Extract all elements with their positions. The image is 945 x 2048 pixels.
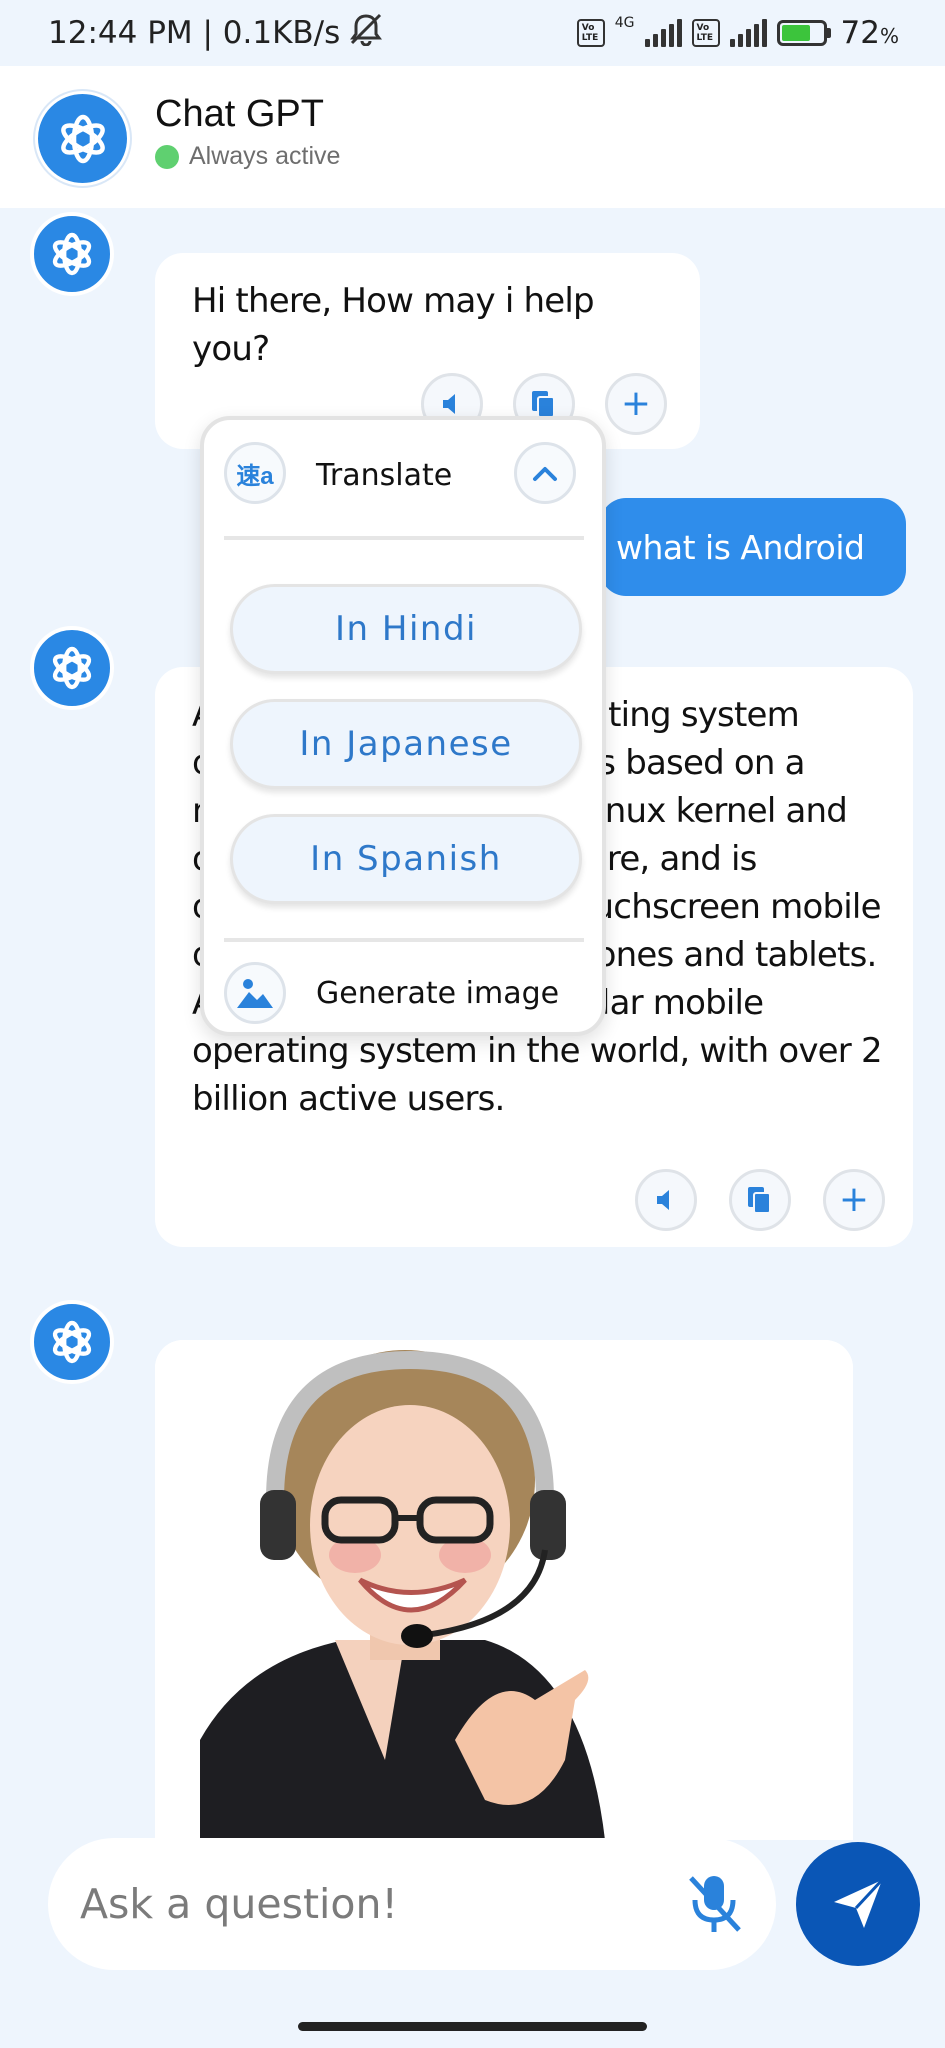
translate-hindi-button[interactable]: In Hindi [230, 584, 582, 674]
message-text: Hi there, How may i help you? [192, 281, 595, 369]
bot-avatar-2 [30, 626, 114, 710]
translate-japanese-button[interactable]: In Japanese [230, 699, 582, 789]
signal-icon-2 [729, 19, 767, 47]
copy-icon [532, 391, 555, 418]
mic-button[interactable] [678, 1868, 750, 1940]
copy-icon [748, 1187, 771, 1214]
status-bar: 12:44 PM | 0.1KB/s Vo LTE 4G Vo LTE 72% [0, 0, 945, 66]
gesture-nav-bar[interactable] [298, 2022, 647, 2031]
divider [224, 938, 584, 942]
volte-badge-2: Vo LTE [691, 19, 720, 47]
send-button[interactable] [796, 1842, 920, 1966]
generated-image-message[interactable] [155, 1340, 853, 1840]
status-time-speed: 12:44 PM | 0.1KB/s [48, 15, 341, 51]
plus-icon: + [620, 383, 652, 424]
generated-image [155, 1340, 853, 1840]
bot-avatar-3 [30, 1300, 114, 1384]
status-label: Always active [189, 142, 341, 170]
user-message-text: what is Android [616, 527, 865, 567]
status-left: 12:44 PM | 0.1KB/s [48, 12, 384, 54]
bot-avatar-1 [30, 212, 114, 296]
network-type: 4G [614, 15, 635, 31]
divider [224, 536, 584, 540]
message-input-bar [48, 1838, 776, 1970]
battery-value: 72 [840, 15, 880, 51]
user-message: what is Android [600, 498, 906, 596]
speak-button[interactable] [635, 1169, 697, 1231]
page-title: Chat GPT [155, 93, 324, 135]
openai-logo-icon [60, 114, 105, 163]
send-icon [834, 1878, 884, 1928]
question-input[interactable] [80, 1868, 640, 1940]
collapse-button[interactable] [514, 442, 576, 504]
copy-button[interactable] [729, 1169, 791, 1231]
chevron-up-icon [533, 467, 557, 481]
volte-badge-1: Vo LTE [576, 19, 605, 47]
status-right: Vo LTE 4G Vo LTE 72% [576, 15, 899, 51]
more-button[interactable]: + [605, 373, 667, 435]
generate-image-icon-wrap[interactable] [224, 962, 286, 1024]
openai-logo-icon [52, 1320, 92, 1364]
speaker-icon [443, 394, 455, 414]
mic-off-icon [689, 1876, 741, 1932]
translate-spanish-button[interactable]: In Spanish [230, 814, 582, 904]
chat-header: Chat GPT Always active [0, 66, 945, 208]
signal-icon-1 [644, 19, 682, 47]
speaker-icon [657, 1190, 669, 1210]
generate-image-label[interactable]: Generate image [316, 976, 559, 1011]
plus-icon: + [838, 1179, 870, 1220]
battery-unit: % [879, 24, 899, 48]
online-status: Always active [155, 142, 340, 171]
battery-percent: 72% [841, 15, 899, 51]
online-dot-icon [155, 144, 179, 169]
openai-logo-icon [52, 646, 92, 690]
image-icon [237, 979, 273, 1008]
more-button[interactable]: + [823, 1169, 885, 1231]
translate-icon: 速a [236, 462, 274, 490]
chatgpt-avatar[interactable] [35, 91, 130, 186]
battery-icon [776, 20, 831, 46]
translate-icon-wrap[interactable]: 速a [224, 442, 286, 504]
openai-logo-icon [52, 232, 92, 276]
translate-label[interactable]: Translate [316, 458, 452, 493]
mute-bell-icon [348, 12, 384, 54]
translate-popup: 速a Translate In Hindi In Japanese In Spa… [200, 416, 606, 1036]
